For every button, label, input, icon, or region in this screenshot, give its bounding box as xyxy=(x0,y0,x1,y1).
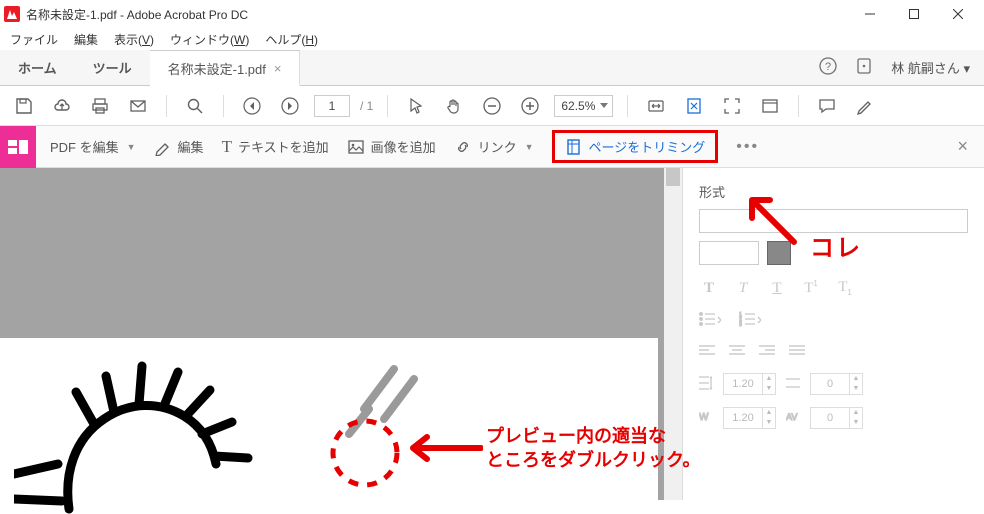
tab-home[interactable]: ホーム xyxy=(0,50,75,85)
underline-icon[interactable]: T xyxy=(767,280,787,297)
para-spacing-icon xyxy=(786,375,800,394)
edit-toolbar-handle[interactable] xyxy=(0,126,36,168)
mail-icon[interactable] xyxy=(124,92,152,120)
maximize-button[interactable] xyxy=(892,0,936,28)
menu-file[interactable]: ファイル xyxy=(4,29,64,50)
align-right-icon[interactable] xyxy=(759,344,775,361)
superscript-icon[interactable]: T1 xyxy=(801,279,821,297)
close-button[interactable] xyxy=(936,0,980,28)
tab-document-label: 名称未設定-1.pdf xyxy=(168,59,266,78)
kerning-input[interactable]: ▲▼ xyxy=(810,407,863,429)
more-button[interactable]: ••• xyxy=(736,138,759,156)
prev-page-icon[interactable] xyxy=(238,92,266,120)
edit-toolbar: PDF を編集▼ 編集 T テキストを追加 画像を追加 リンク▼ ページをトリミ… xyxy=(0,126,984,168)
bullet-list-icon[interactable] xyxy=(699,311,721,330)
tab-tool[interactable]: ツール xyxy=(75,50,150,85)
page-artwork xyxy=(14,354,434,514)
tab-close-icon[interactable]: × xyxy=(274,61,282,76)
char-spacing-icon: W xyxy=(699,409,713,428)
add-image-button[interactable]: 画像を追加 xyxy=(347,137,436,156)
notification-icon[interactable] xyxy=(855,57,873,78)
save-icon[interactable] xyxy=(10,92,38,120)
read-mode-icon[interactable] xyxy=(756,92,784,120)
next-page-icon[interactable] xyxy=(276,92,304,120)
menu-view[interactable]: 表示(V) xyxy=(108,29,160,50)
svg-text:AV: AV xyxy=(786,412,797,422)
format-panel: 形式 T T T T1 T1 123 ▲▼ ▲▼ xyxy=(682,168,984,500)
menu-edit[interactable]: 編集 xyxy=(68,29,104,50)
edit-pdf-dropdown[interactable]: PDF を編集▼ xyxy=(50,137,136,156)
bold-icon[interactable]: T xyxy=(699,280,719,297)
line-spacing-icon xyxy=(699,375,713,394)
align-left-icon[interactable] xyxy=(699,344,715,361)
app-icon xyxy=(4,6,20,22)
svg-text:W: W xyxy=(699,412,709,423)
format-label: 形式 xyxy=(699,182,968,201)
cloud-icon[interactable] xyxy=(48,92,76,120)
zoom-out-icon[interactable] xyxy=(478,92,506,120)
line-spacing-input[interactable]: ▲▼ xyxy=(723,373,776,395)
page-total-label: / 1 xyxy=(360,99,373,113)
titlebar: 名称未設定-1.pdf - Adobe Acrobat Pro DC xyxy=(0,0,984,28)
fit-width-icon[interactable] xyxy=(642,92,670,120)
minimize-button[interactable] xyxy=(848,0,892,28)
italic-icon[interactable]: T xyxy=(733,280,753,297)
color-swatch[interactable] xyxy=(767,241,791,265)
svg-text:?: ? xyxy=(825,61,831,73)
user-label[interactable]: 林 航嗣さん ▾ xyxy=(891,58,970,77)
char-spacing-input[interactable]: ▲▼ xyxy=(723,407,776,429)
menu-help[interactable]: ヘルプ(H) xyxy=(259,29,324,50)
menubar: ファイル 編集 表示(V) ウィンドウ(W) ヘルプ(H) xyxy=(0,28,984,50)
svg-text:3: 3 xyxy=(739,322,742,327)
vertical-scrollbar[interactable] xyxy=(664,168,682,500)
pointer-icon[interactable] xyxy=(402,92,430,120)
font-size-select[interactable] xyxy=(699,241,759,265)
main-toolbar: / 1 62.5% xyxy=(0,86,984,126)
menu-window[interactable]: ウィンドウ(W) xyxy=(164,29,255,50)
help-icon[interactable]: ? xyxy=(819,57,837,78)
page-number-input[interactable] xyxy=(314,95,350,117)
align-center-icon[interactable] xyxy=(729,344,745,361)
add-text-button[interactable]: T テキストを追加 xyxy=(222,137,329,157)
close-editbar-icon[interactable]: × xyxy=(957,136,968,157)
fullscreen-icon[interactable] xyxy=(718,92,746,120)
zoom-in-icon[interactable] xyxy=(516,92,544,120)
kerning-icon: AV xyxy=(786,409,800,428)
subscript-icon[interactable]: T1 xyxy=(835,279,855,297)
font-family-select[interactable] xyxy=(699,209,968,233)
tabbar: ホーム ツール 名称未設定-1.pdf × ? 林 航嗣さん ▾ xyxy=(0,50,984,86)
hand-icon[interactable] xyxy=(440,92,468,120)
highlight-icon[interactable] xyxy=(851,92,879,120)
scrollbar-thumb[interactable] xyxy=(666,168,680,186)
print-icon[interactable] xyxy=(86,92,114,120)
comment-icon[interactable] xyxy=(813,92,841,120)
tab-document[interactable]: 名称未設定-1.pdf × xyxy=(150,50,301,86)
link-dropdown[interactable]: リンク▼ xyxy=(454,137,534,156)
search-icon[interactable] xyxy=(181,92,209,120)
para-spacing-input[interactable]: ▲▼ xyxy=(810,373,863,395)
crop-page-button[interactable]: ページをトリミング xyxy=(552,130,719,163)
zoom-select[interactable]: 62.5% xyxy=(554,95,613,117)
edit-button[interactable]: 編集 xyxy=(154,137,204,156)
align-justify-icon[interactable] xyxy=(789,344,805,361)
fit-page-icon[interactable] xyxy=(680,92,708,120)
number-list-icon[interactable]: 123 xyxy=(739,311,761,330)
window-title: 名称未設定-1.pdf - Adobe Acrobat Pro DC xyxy=(26,6,848,23)
